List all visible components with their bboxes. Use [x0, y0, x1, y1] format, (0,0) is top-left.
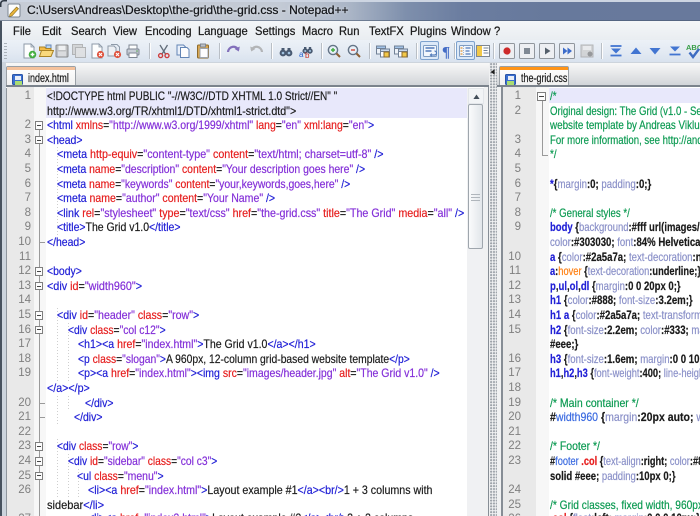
svg-text:a: a	[299, 50, 304, 59]
svg-text:¶: ¶	[442, 45, 450, 60]
svg-text:b: b	[305, 51, 310, 59]
